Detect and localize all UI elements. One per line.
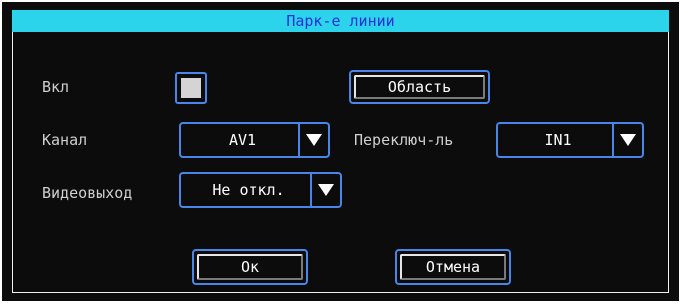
- video-out-value: Не откл.: [212, 181, 285, 199]
- triangle-down-icon: [306, 134, 322, 146]
- ok-button-label: Ок: [197, 254, 303, 280]
- video-out-select[interactable]: Не откл.: [179, 172, 342, 208]
- switch-label: Переключ-ль: [354, 131, 454, 149]
- area-button[interactable]: Область: [349, 70, 490, 104]
- cancel-button[interactable]: Отмена: [395, 249, 511, 285]
- switch-value: IN1: [544, 131, 572, 149]
- channel-select[interactable]: AV1: [179, 122, 330, 158]
- switch-select[interactable]: IN1: [496, 122, 644, 158]
- channel-label: Канал: [42, 131, 88, 149]
- triangle-down-icon: [318, 184, 334, 196]
- dialog-frame: [12, 32, 669, 293]
- ok-button[interactable]: Ок: [192, 249, 308, 285]
- video-out-dropdown-arrow[interactable]: [310, 174, 340, 206]
- dialog-title: Парк-е линии: [12, 10, 669, 32]
- channel-value: AV1: [228, 131, 257, 149]
- checkbox-box: [181, 78, 201, 98]
- channel-dropdown-arrow[interactable]: [298, 124, 328, 156]
- enable-label: Вкл: [42, 78, 70, 96]
- parking-lines-dialog: Парк-е линии Вкл Область Канал AV1 Перек…: [2, 2, 679, 301]
- area-button-label: Область: [354, 75, 485, 99]
- enable-checkbox[interactable]: [175, 72, 207, 104]
- switch-dropdown-arrow[interactable]: [612, 124, 642, 156]
- video-out-label: Видеовыход: [42, 184, 133, 202]
- triangle-down-icon: [620, 134, 636, 146]
- cancel-button-label: Отмена: [400, 254, 506, 280]
